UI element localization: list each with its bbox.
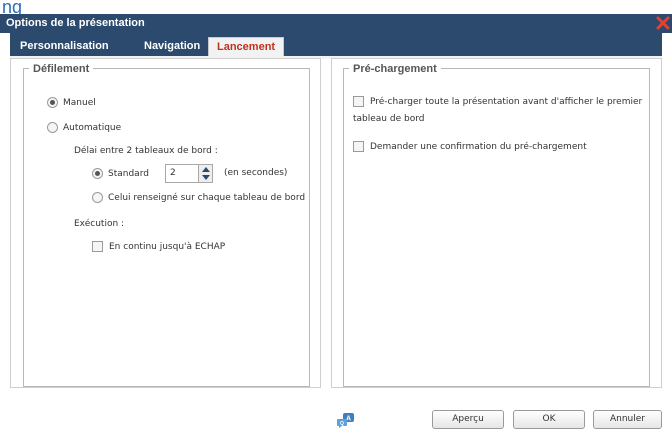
precharger-label: Pré-charger toute la présentation avant … (370, 96, 643, 107)
delay-value[interactable]: 2 (170, 168, 176, 178)
execution-label-row: Exécution : (74, 219, 124, 229)
standard-radio[interactable] (92, 168, 103, 179)
delai-label: Délai entre 2 tableaux de bord : (74, 146, 218, 156)
celui-label: Celui renseigné sur chaque tableau de bo… (108, 192, 306, 203)
chat-help-icon[interactable]: A Q (337, 413, 355, 429)
stepper-down-icon[interactable] (202, 175, 210, 180)
celui-option[interactable]: Celui renseigné sur chaque tableau de bo… (92, 192, 305, 203)
manuel-radio[interactable] (47, 97, 58, 108)
continu-option[interactable]: En continu jusqu'à ECHAP (92, 241, 225, 252)
ok-button[interactable]: OK (513, 410, 585, 429)
close-x-icon[interactable] (656, 15, 670, 31)
precharger-checkbox[interactable] (353, 96, 364, 107)
standard-option[interactable]: Standard (92, 168, 149, 179)
delay-stepper[interactable]: 2 (165, 164, 213, 183)
manuel-label: Manuel (63, 97, 96, 108)
defilement-group: Défilement (23, 63, 310, 387)
manuel-option[interactable]: Manuel (47, 97, 96, 108)
cancel-button[interactable]: Annuler (593, 410, 662, 429)
standard-label: Standard (108, 168, 149, 179)
preview-button[interactable]: Aperçu (432, 410, 504, 429)
tab-personnalisation[interactable]: Personnalisation (12, 37, 117, 56)
automatique-option[interactable]: Automatique (47, 122, 121, 133)
defilement-legend: Défilement (29, 63, 94, 75)
confirmation-option[interactable]: Demander une confirmation du pré-chargem… (353, 141, 587, 152)
tab-lancement[interactable]: Lancement (208, 37, 285, 56)
execution-label: Exécution : (74, 219, 125, 229)
continu-checkbox[interactable] (92, 241, 103, 252)
stepper-up-icon[interactable] (202, 167, 210, 172)
dialog-title-bar: Options de la présentation (0, 14, 672, 33)
automatique-label: Automatique (63, 122, 122, 133)
stepper-buttons (198, 165, 212, 182)
confirmation-checkbox[interactable] (353, 141, 364, 152)
svg-text:Q: Q (340, 421, 344, 427)
tab-navigation[interactable]: Navigation (136, 37, 208, 56)
seconds-label: (en secondes) (224, 168, 288, 178)
precharger-label-line2-row: tableau de bord (353, 114, 424, 124)
prechargement-legend: Pré-chargement (349, 63, 441, 75)
seconds-label-row: (en secondes) (224, 168, 287, 178)
tab-strip: Personnalisation Navigation Lancement (10, 33, 662, 56)
continu-label: En continu jusqu'à ECHAP (109, 241, 226, 252)
delai-label-row: Délai entre 2 tableaux de bord : (74, 146, 218, 156)
automatique-radio[interactable] (47, 122, 58, 133)
precharger-label-line2: tableau de bord (353, 114, 425, 124)
celui-radio[interactable] (92, 192, 103, 203)
dialog-title: Options de la présentation (6, 17, 145, 29)
header-logo-fragment: ng (2, 0, 23, 17)
precharger-option[interactable]: Pré-charger toute la présentation avant … (353, 96, 642, 107)
confirmation-label: Demander une confirmation du pré-chargem… (370, 141, 587, 152)
